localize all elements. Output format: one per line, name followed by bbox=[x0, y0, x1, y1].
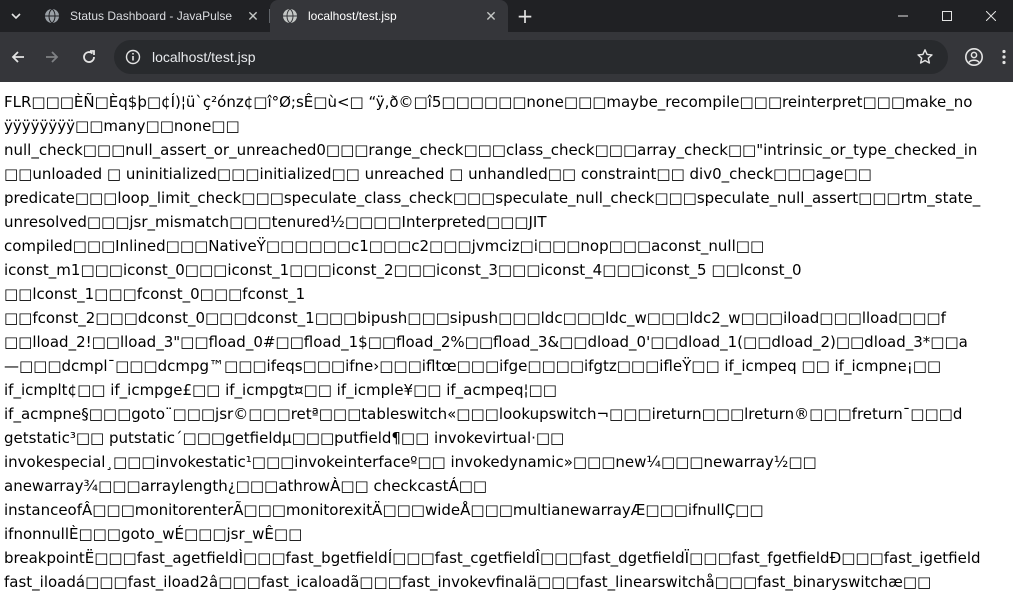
text-line: instanceofÂ□□□monitorenterÃ□□□monitorexi… bbox=[4, 501, 764, 519]
page-text: FLR□□□ÈÑ□Èq$þ□¢Í)¦ü`ç²ónz¢□î°Ø;sÊ□ù<□ “ÿ… bbox=[4, 90, 1013, 594]
close-icon[interactable]: ✕ bbox=[244, 7, 262, 25]
text-line: ifnonnullÈ□□□goto_wÉ□□□jsr_wÊ□□ bbox=[4, 525, 303, 543]
page-content: FLR□□□ÈÑ□Èq$þ□¢Í)¦ü`ç²ónz¢□î°Ø;sÊ□ù<□ “ÿ… bbox=[0, 82, 1013, 598]
text-line: predicate□□□loop_limit_check□□□speculate… bbox=[4, 189, 981, 207]
text-line: FLR□□□ÈÑ□Èq$þ□¢Í)¦ü`ç²ónz¢□î°Ø;sÊ□ù<□ “ÿ… bbox=[4, 93, 973, 111]
text-line: ÿÿÿÿÿÿÿÿ□□many□□none□□ bbox=[4, 117, 240, 135]
address-bar[interactable]: localhost/test.jsp bbox=[114, 40, 948, 74]
window-close-icon[interactable] bbox=[969, 0, 1013, 32]
maximize-icon[interactable] bbox=[925, 0, 969, 32]
browser-toolbar: localhost/test.jsp bbox=[0, 32, 1013, 82]
text-line: iconst_m1□□□iconst_0□□□iconst_1□□□iconst… bbox=[4, 261, 802, 279]
kebab-menu-icon[interactable] bbox=[996, 46, 1012, 68]
text-line: invokespecial¸□□□invokestatic¹□□□invokei… bbox=[4, 453, 817, 471]
plus-icon[interactable]: + bbox=[514, 4, 536, 28]
globe-icon bbox=[45, 8, 59, 24]
chevron-down-icon bbox=[11, 13, 21, 20]
globe-icon bbox=[283, 8, 297, 24]
text-line: null_check□□□null_assert_or_unreached0□□… bbox=[4, 141, 978, 159]
text-line: anewarray¾□□□arraylength¿□□□athrowÀ□□ ch… bbox=[4, 477, 488, 495]
text-line: —□□□dcmpl¯□□□dcmpg™□□□ifeqs□□□ifne›□□□if… bbox=[4, 357, 942, 375]
text-line: if_acmpne§□□□goto¨□□□jsr©□□□retª□□□table… bbox=[4, 405, 963, 423]
text-line: if_icmplt¢□□ if_icmpge£□□ if_icmpgt¤□□ i… bbox=[4, 381, 557, 399]
text-line: □□lload_2!□□lload_3"□□fload_0#□□fload_1$… bbox=[4, 333, 968, 351]
profile-icon[interactable] bbox=[963, 46, 985, 68]
tab-localhost-test[interactable]: localhost/test.jsp ✕ bbox=[270, 0, 508, 32]
address-url: localhost/test.jsp bbox=[152, 49, 256, 65]
tab-title: localhost/test.jsp bbox=[308, 9, 397, 23]
text-line: unresolved□□□jsr_mismatch□□□tenured½□□□□… bbox=[4, 213, 547, 231]
text-line: □□fconst_2□□□dconst_0□□□dconst_1□□□bipus… bbox=[4, 309, 946, 327]
tab-list-button[interactable] bbox=[6, 6, 26, 26]
reload-icon[interactable] bbox=[77, 45, 101, 69]
text-line: □□unloaded □ uninitialized□□□initialized… bbox=[4, 165, 872, 183]
text-line: getstatic³□□ putstatic´□□□getfieldµ□□□pu… bbox=[4, 429, 565, 447]
text-line: □□lconst_1□□□fconst_0□□□fconst_1 bbox=[4, 285, 306, 303]
close-icon[interactable]: ✕ bbox=[482, 7, 500, 25]
tab-strip: Status Dashboard - JavaPulse ✕ localhost… bbox=[0, 0, 1013, 32]
text-line: compiled□□□Inlined□□□NativeŸ□□□□□□c1□□□c… bbox=[4, 237, 765, 255]
text-line: breakpointË□□□fast_agetfieldÌ□□□fast_bge… bbox=[4, 549, 981, 567]
forward-arrow-icon[interactable] bbox=[40, 45, 64, 69]
tab-status-dashboard[interactable]: Status Dashboard - JavaPulse ✕ bbox=[32, 0, 270, 32]
info-icon[interactable] bbox=[124, 48, 142, 66]
minimize-icon[interactable] bbox=[881, 0, 925, 32]
star-icon[interactable] bbox=[914, 46, 936, 68]
back-arrow-icon[interactable] bbox=[6, 45, 30, 69]
tab-title: Status Dashboard - JavaPulse bbox=[70, 9, 233, 23]
text-line: fast_iloadá□□□fast_iload2â□□□fast_icaloa… bbox=[4, 573, 932, 591]
